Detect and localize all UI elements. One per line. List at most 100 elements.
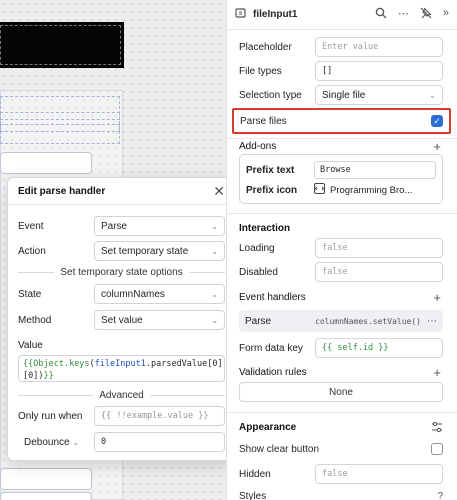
chevron-down-icon: ⌄	[211, 289, 218, 299]
canvas-input[interactable]	[0, 152, 92, 174]
action-label: Action	[18, 245, 46, 257]
only-run-label: Only run when	[18, 410, 83, 422]
advanced-divider: Advanced	[18, 390, 225, 401]
state-options-divider-label: Set temporary state options	[60, 267, 183, 278]
code-identifier: fileInput1	[94, 359, 146, 369]
disabled-input[interactable]: false	[315, 262, 443, 282]
file-types-row: File types []	[239, 61, 443, 81]
handler-action: columnNames.setValue()	[315, 316, 421, 326]
search-icon[interactable]	[375, 7, 387, 22]
event-select[interactable]: Parse ⌄	[94, 216, 225, 236]
selection-type-select[interactable]: Single file ⌄	[315, 85, 443, 105]
component-icon	[235, 7, 247, 22]
event-label: Event	[18, 220, 44, 232]
selection-outline	[0, 112, 120, 120]
method-label: Method	[18, 314, 52, 326]
hidden-label: Hidden	[239, 468, 271, 480]
show-clear-row: Show clear button	[239, 443, 443, 455]
styles-row: Styles ?	[239, 491, 443, 500]
chevron-down-icon: ⌄	[429, 90, 436, 100]
event-handler-item[interactable]: Parse columnNames.setValue() ⋯	[239, 310, 443, 332]
selection-type-label: Selection type	[239, 89, 302, 101]
prefix-icon-label: Prefix icon	[246, 184, 298, 196]
debounce-label: Debounce	[24, 436, 70, 448]
prefix-icon-row: Prefix icon Programming Bro...	[246, 183, 436, 197]
disabled-row: Disabled false	[239, 262, 443, 282]
hidden-row: Hidden false	[239, 464, 443, 484]
dark-component[interactable]	[0, 22, 124, 68]
plus-icon[interactable]: +	[433, 140, 441, 153]
event-value: Parse	[101, 220, 128, 232]
state-row: State columnNames ⌄	[18, 284, 225, 304]
pin-icon[interactable]	[420, 7, 432, 22]
loading-row: Loading false	[239, 238, 443, 258]
state-value: columnNames	[101, 288, 165, 300]
inspector-panel: fileInput1 ⋯ » Placeholder Enter value F…	[226, 0, 457, 500]
styles-label: Styles	[239, 491, 267, 500]
prefix-icon-picker[interactable]: Programming Bro...	[314, 183, 436, 197]
form-data-key-row: Form data key {{ self.id }}	[239, 338, 443, 358]
close-icon[interactable]: ✕	[213, 184, 225, 198]
state-options-divider: Set temporary state options	[18, 267, 225, 278]
code-accessor: .parsedValue[0]	[145, 359, 223, 369]
canvas-input[interactable]	[0, 468, 92, 490]
settings-sliders-icon[interactable]	[431, 421, 443, 436]
prefix-text-label: Prefix text	[246, 164, 295, 176]
action-select[interactable]: Set temporary state ⌄	[94, 241, 225, 261]
state-label: State	[18, 288, 42, 300]
selection-outline	[0, 124, 120, 132]
placeholder-label: Placeholder	[239, 41, 292, 53]
popover-title: Edit parse handler	[18, 185, 106, 197]
inspector-title: fileInput1	[253, 9, 298, 20]
only-run-input[interactable]: {{ !!example.value }}	[94, 406, 225, 426]
more-icon[interactable]: ⋯	[398, 7, 409, 22]
chevron-down-icon: ⌄	[72, 437, 80, 447]
state-select[interactable]: columnNames ⌄	[94, 284, 225, 304]
validation-rules-none[interactable]: None	[239, 382, 443, 402]
value-code-line-1: {{Object.keys(fileInput1.parsedValue[0]	[23, 358, 223, 370]
validation-rules-label: Validation rules	[239, 367, 307, 378]
parse-handler-popover: Edit parse handler ✕ Event Parse ⌄ Actio…	[7, 177, 236, 461]
action-row: Action Set temporary state ⌄	[18, 241, 225, 261]
plus-icon[interactable]: +	[433, 291, 441, 304]
method-row: Method Set value ⌄	[18, 310, 225, 330]
loading-input[interactable]: false	[315, 238, 443, 258]
selection-type-value: Single file	[322, 89, 366, 101]
debounce-row: Debounce ⌄ 0	[18, 432, 225, 452]
prefix-icon-value: Programming Bro...	[330, 184, 413, 196]
value-label: Value	[18, 340, 43, 351]
value-code-line-2: [0])}}	[23, 370, 220, 382]
form-data-key-label: Form data key	[239, 342, 303, 354]
help-icon[interactable]: ?	[437, 491, 443, 500]
placeholder-input[interactable]: Enter value	[315, 37, 443, 57]
appearance-title: Appearance	[239, 422, 297, 433]
method-select[interactable]: Set value ⌄	[94, 310, 225, 330]
expand-icon[interactable]: »	[443, 7, 449, 22]
prefix-text-input[interactable]: Browse	[314, 161, 436, 179]
more-icon[interactable]: ⋯	[427, 316, 437, 327]
chevron-down-icon: ⌄	[211, 315, 218, 325]
show-clear-checkbox[interactable]	[431, 443, 443, 455]
debounce-toggle[interactable]: Debounce ⌄	[18, 437, 94, 448]
hidden-input[interactable]: false	[315, 464, 443, 484]
file-types-input[interactable]: []	[315, 61, 443, 81]
value-code-editor[interactable]: {{Object.keys(fileInput1.parsedValue[0] …	[18, 355, 225, 382]
code-function: Object.keys	[33, 359, 90, 369]
inspector-header: fileInput1 ⋯ »	[227, 0, 457, 30]
canvas-input[interactable]	[0, 492, 92, 500]
event-row: Event Parse ⌄	[18, 216, 225, 236]
chevron-down-icon: ⌄	[211, 221, 218, 231]
code-brace: {{	[23, 359, 34, 369]
only-run-row: Only run when {{ !!example.value }}	[18, 406, 225, 426]
method-value: Set value	[101, 314, 143, 326]
debounce-input[interactable]: 0	[94, 432, 225, 452]
parse-files-checkbox[interactable]: ✓	[431, 115, 443, 127]
placeholder-row: Placeholder Enter value	[239, 37, 443, 57]
chevron-down-icon: ⌄	[211, 246, 218, 256]
action-value: Set temporary state	[101, 245, 189, 257]
parse-files-row[interactable]: Parse files ✓	[232, 108, 451, 134]
code-brace: }}	[43, 371, 54, 381]
addons-box: Prefix text Browse Prefix icon Programmi…	[239, 154, 443, 204]
form-data-key-input[interactable]: {{ self.id }}	[315, 338, 443, 358]
plus-icon[interactable]: +	[433, 366, 441, 379]
